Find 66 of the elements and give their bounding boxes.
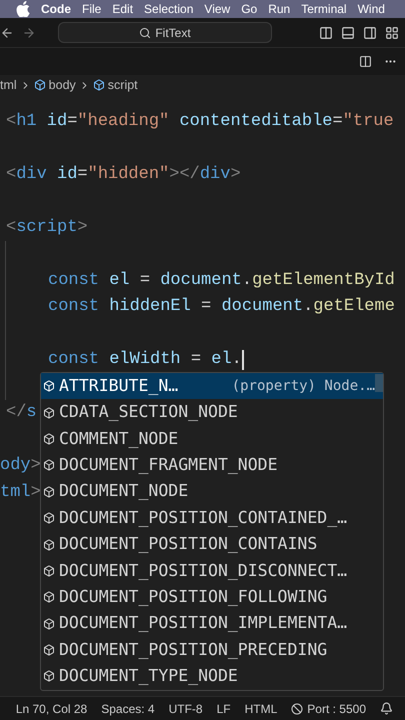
suggestion-item[interactable]: DOCUMENT_POSITION_FOLLOWING (41, 584, 383, 611)
toggle-secondary-sidebar-icon[interactable] (363, 26, 377, 40)
status-item[interactable]: LF (216, 700, 231, 718)
app-menu[interactable]: Code (41, 0, 71, 18)
scrollbar-thumb (375, 374, 383, 392)
code-line: tml> (0, 482, 41, 504)
code-line: <div id="hidden"></div> (6, 164, 241, 186)
port-status[interactable]: Port : 5500 (291, 700, 366, 718)
suggestion-item[interactable]: CDATA_SECTION_NODE (41, 399, 383, 426)
search-icon (139, 26, 152, 38)
toggle-panel-icon[interactable] (341, 26, 355, 40)
property-icon (43, 512, 55, 524)
code-line: ody> (0, 455, 41, 477)
breadcrumb-item[interactable]: script (108, 76, 138, 94)
suggestion-item[interactable]: DOCUMENT_POSITION_CONTAINED_… (41, 504, 383, 532)
code-line: const el = document.getElementById (48, 270, 395, 292)
property-icon (43, 406, 55, 419)
suggestion-item[interactable]: DOCUMENT_POSITION_PRECEDING (41, 636, 383, 664)
apple-logo-icon[interactable] (16, 1, 30, 17)
element-icon (92, 79, 105, 91)
property-icon (43, 538, 55, 551)
suggestion-item[interactable]: ATTRIBUTE_N… (property) Node.… (41, 373, 383, 400)
menu-item[interactable]: File (82, 0, 102, 18)
property-icon (43, 644, 55, 656)
notifications-icon[interactable] (380, 702, 393, 715)
no-entry-icon (291, 702, 304, 714)
property-icon (43, 564, 55, 577)
search-field[interactable]: FitText (58, 22, 272, 43)
status-item[interactable]: Ln 70, Col 28 (16, 700, 88, 718)
menu-item[interactable]: Edit (112, 0, 134, 18)
status-item[interactable]: UTF-8 (168, 700, 203, 718)
suggestion-item[interactable]: DOCUMENT_POSITION_DISCONNECT… (41, 558, 383, 584)
suggestion-item[interactable]: DOCUMENT_FRAGMENT_NODE (41, 452, 383, 479)
property-icon (43, 486, 55, 498)
customize-layout-icon[interactable] (385, 26, 399, 40)
property-icon (43, 591, 55, 604)
suggestion-item[interactable]: DOCUMENT_NODE (41, 478, 383, 505)
suggestion-item[interactable]: COMMENT_NODE (41, 426, 383, 452)
suggestion-item[interactable]: DOCUMENT_POSITION_CONTAINS (41, 531, 383, 558)
menu-item[interactable]: Terminal (301, 0, 347, 18)
code-line: <script> (6, 216, 88, 238)
menu-item[interactable]: Run (268, 0, 290, 18)
code-line: const elWidth = el. (48, 349, 242, 371)
status-item[interactable]: Spaces: 4 (101, 700, 155, 718)
suggestion-item[interactable]: DOCUMENT_POSITION_IMPLEMENTA… (41, 610, 383, 637)
breadcrumb-item[interactable]: tml (0, 76, 17, 94)
property-icon (43, 380, 55, 392)
code-line: <h1 id="heading" contenteditable="true (6, 110, 394, 132)
property-icon (43, 618, 55, 630)
menu-item[interactable]: Selection (144, 0, 194, 18)
code-line: const hiddenEl = document.getEleme (48, 296, 395, 318)
menu-item[interactable]: Go (241, 0, 258, 18)
back-icon[interactable] (0, 26, 14, 40)
element-icon (34, 79, 46, 91)
property-icon (43, 670, 55, 682)
suggestion-item[interactable]: DOCUMENT_TYPE_NODE (41, 663, 383, 690)
property-icon (43, 432, 55, 445)
forward-icon[interactable] (22, 26, 36, 40)
toggle-sidebar-icon[interactable] (319, 26, 333, 40)
status-item[interactable]: HTML (244, 700, 278, 718)
menu-item[interactable]: View (204, 0, 230, 18)
menu-item[interactable]: Wind (358, 0, 385, 18)
property-icon (43, 459, 55, 472)
breadcrumb-item[interactable]: body (48, 76, 76, 94)
code-line: </s (6, 402, 37, 424)
split-editor-icon[interactable] (359, 55, 372, 68)
